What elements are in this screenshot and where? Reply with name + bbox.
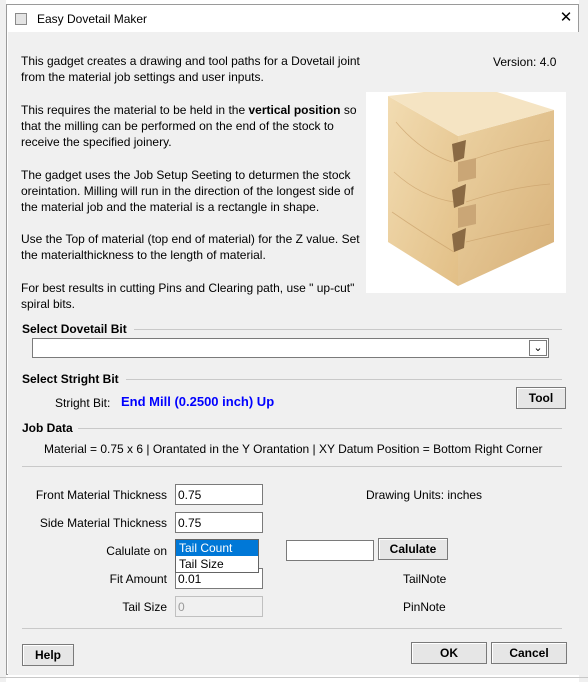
fit-amount-label: Fit Amount	[109, 572, 167, 586]
calculate-button[interactable]: Calulate	[378, 538, 448, 560]
intro-paragraph-3: The gadget uses the Job Setup Seeting to…	[21, 168, 354, 214]
stright-bit-value: End Mill (0.2500 inch) Up	[121, 394, 275, 409]
close-icon: ✕	[559, 9, 573, 26]
ok-button[interactable]: OK	[411, 642, 487, 664]
stright-bit-label: Stright Bit:	[55, 396, 111, 410]
intro-p2-pre: This requires the material to be held in…	[21, 103, 249, 117]
drawing-units-label: Drawing Units: inches	[366, 488, 483, 502]
pin-note-label: PinNote	[403, 600, 446, 614]
job-data-summary: Material = 0.75 x 6 | Orantated in the Y…	[44, 442, 543, 456]
stright-bit-header: Select Stright Bit	[22, 372, 119, 386]
dovetail-bit-select[interactable]: ⌄	[32, 338, 549, 358]
calculate-on-label: Calulate on	[106, 544, 167, 558]
front-thickness-label: Front Material Thickness	[35, 488, 167, 502]
calc-option-tail-count[interactable]: Tail Count	[176, 540, 258, 556]
divider	[134, 329, 562, 330]
side-thickness-label: Side Material Thickness	[39, 516, 167, 530]
version-label: Version: 4.0	[493, 55, 557, 69]
close-button[interactable]: ✕	[555, 7, 577, 29]
help-button[interactable]: Help	[22, 644, 74, 666]
cancel-button[interactable]: Cancel	[491, 642, 567, 664]
front-thickness-input[interactable]	[175, 484, 263, 505]
combo-dropdown-button[interactable]: ⌄	[529, 340, 547, 356]
intro-paragraph-5: For best results in cutting Pins and Cle…	[21, 281, 355, 311]
background-strip-right	[579, 0, 588, 682]
divider	[22, 628, 562, 629]
tail-size-label: Tail Size	[122, 600, 167, 614]
calc-option-tail-size[interactable]: Tail Size	[176, 556, 258, 572]
intro-p2-bold: vertical position	[248, 103, 341, 117]
tail-size-input	[175, 596, 263, 617]
divider	[78, 428, 562, 429]
tool-button[interactable]: Tool	[516, 387, 566, 409]
intro-paragraph-1: This gadget creates a drawing and tool p…	[21, 54, 360, 84]
intro-paragraph-4: Use the Top of material (top end of mate…	[21, 232, 360, 262]
chevron-down-icon: ⌄	[533, 342, 543, 354]
app-icon	[15, 13, 27, 25]
dialog-client: Version: 4.0 This gadget creates a drawi…	[8, 32, 579, 675]
background-edge	[0, 677, 588, 678]
calculate-value-input[interactable]	[286, 540, 374, 561]
dialog-window: Easy Dovetail Maker ✕ Version: 4.0 This …	[6, 4, 579, 675]
job-data-header: Job Data	[22, 421, 73, 435]
divider	[126, 379, 562, 380]
tail-note-label: TailNote	[403, 572, 447, 586]
window-title: Easy Dovetail Maker	[37, 12, 148, 26]
side-thickness-input[interactable]	[175, 512, 263, 533]
dovetail-joint-image	[366, 86, 566, 293]
intro-paragraph-2: This requires the material to be held in…	[21, 102, 363, 150]
title-bar[interactable]: Easy Dovetail Maker ✕	[7, 5, 578, 32]
dovetail-bit-header: Select Dovetail Bit	[22, 322, 127, 336]
divider	[22, 466, 562, 467]
calculate-on-dropdown-list[interactable]: Tail Count Tail Size	[175, 539, 259, 573]
